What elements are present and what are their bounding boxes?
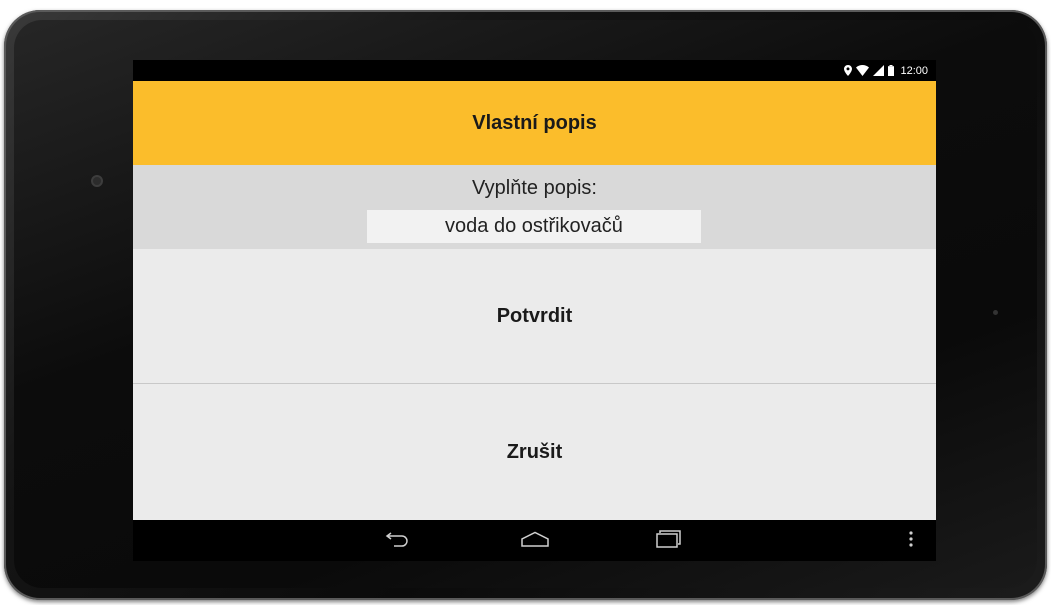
confirm-button[interactable]: Potvrdit [133,249,936,384]
overflow-menu-button[interactable] [899,528,923,554]
cancel-button-label: Zrušit [506,440,563,463]
confirm-button-label: Potvrdit [496,304,573,327]
battery-icon [888,65,895,76]
front-camera [91,175,103,187]
description-form: Vyplňte popis: [133,165,936,249]
back-button[interactable] [377,528,417,554]
wifi-icon [856,65,870,76]
description-input[interactable] [367,210,701,243]
signal-icon [873,65,885,76]
status-bar: 12:00 [133,60,936,81]
device-screen: 12:00 Vlastní popis Vyplňte popis: Potvr… [133,60,936,561]
back-icon [385,531,409,552]
description-label: Vyplňte popis: [472,177,597,199]
status-time: 12:00 [900,64,928,77]
light-sensor [993,310,998,315]
page-title: Vlastní popis [472,111,597,134]
home-button[interactable] [515,528,555,554]
cancel-button[interactable]: Zrušit [133,384,936,520]
recent-apps-button[interactable] [649,528,689,554]
recent-apps-icon [656,529,682,553]
navigation-bar [133,520,936,561]
location-icon [844,65,853,76]
action-bar: Vlastní popis [133,81,936,165]
overflow-menu-icon [909,530,913,552]
status-icons: 12:00 [844,63,928,78]
home-icon [520,531,550,552]
